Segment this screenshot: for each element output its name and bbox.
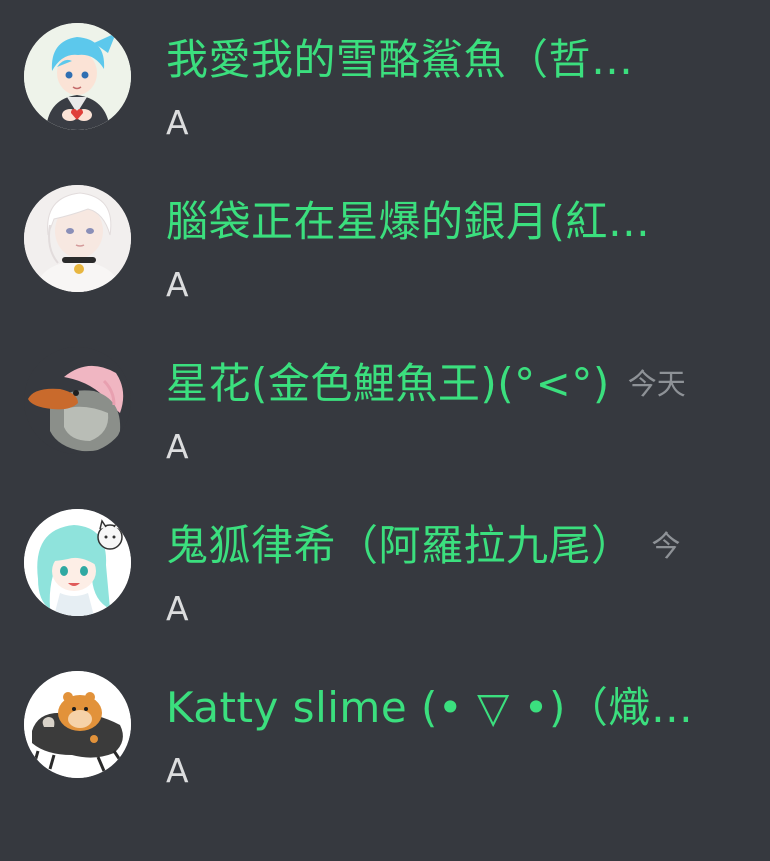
message-item[interactable]: 鬼狐律希（阿羅拉九尾） 今 A (0, 486, 770, 648)
message-item[interactable]: 星花(金色鯉魚王)(°<°) 今天 A (0, 324, 770, 486)
message-content: A (166, 589, 189, 628)
white-haired-avatar-icon (24, 185, 131, 292)
blue-haired-boy-avatar-icon (24, 23, 131, 130)
message-item[interactable]: 腦袋正在星爆的銀月(紅… A (0, 162, 770, 324)
timestamp: 今 (651, 529, 681, 563)
message-content: A (166, 427, 189, 466)
message-header: 星花(金色鯉魚王)(°<°) 今天 (166, 354, 770, 414)
user-avatar[interactable] (24, 347, 131, 454)
user-avatar[interactable] (24, 671, 131, 778)
message-header: 我愛我的雪酪鯊魚（哲… (166, 30, 770, 90)
message-item[interactable]: 我愛我的雪酪鯊魚（哲… A (0, 0, 770, 162)
message-header: 腦袋正在星爆的銀月(紅… (166, 192, 770, 252)
message-content: A (166, 265, 189, 304)
username[interactable]: 腦袋正在星爆的銀月(紅… (166, 192, 650, 252)
username[interactable]: 我愛我的雪酪鯊魚（哲… (166, 30, 634, 90)
message-header: Katty slime (• ▽ •)（熾… (166, 678, 770, 738)
message-list: 我愛我的雪酪鯊魚（哲… A 腦袋正在星爆的銀月(紅… A 星花(金色鯉魚王)(°… (0, 0, 770, 861)
message-item[interactable]: Katty slime (• ▽ •)（熾… A (0, 648, 770, 810)
user-avatar[interactable] (24, 23, 131, 130)
hamster-ferret-avatar-icon (24, 671, 131, 778)
message-header: 鬼狐律希（阿羅拉九尾） 今 (166, 516, 770, 576)
timestamp: 今天 (627, 367, 686, 401)
mint-haired-avatar-icon (24, 509, 131, 616)
message-content: A (166, 751, 189, 790)
user-avatar[interactable] (24, 185, 131, 292)
username[interactable]: Katty slime (• ▽ •)（熾… (166, 678, 693, 738)
username[interactable]: 星花(金色鯉魚王)(°<°) (166, 354, 610, 414)
platypus-avatar-icon (24, 347, 131, 454)
user-avatar[interactable] (24, 509, 131, 616)
message-content: A (166, 103, 189, 142)
username[interactable]: 鬼狐律希（阿羅拉九尾） (166, 516, 634, 576)
